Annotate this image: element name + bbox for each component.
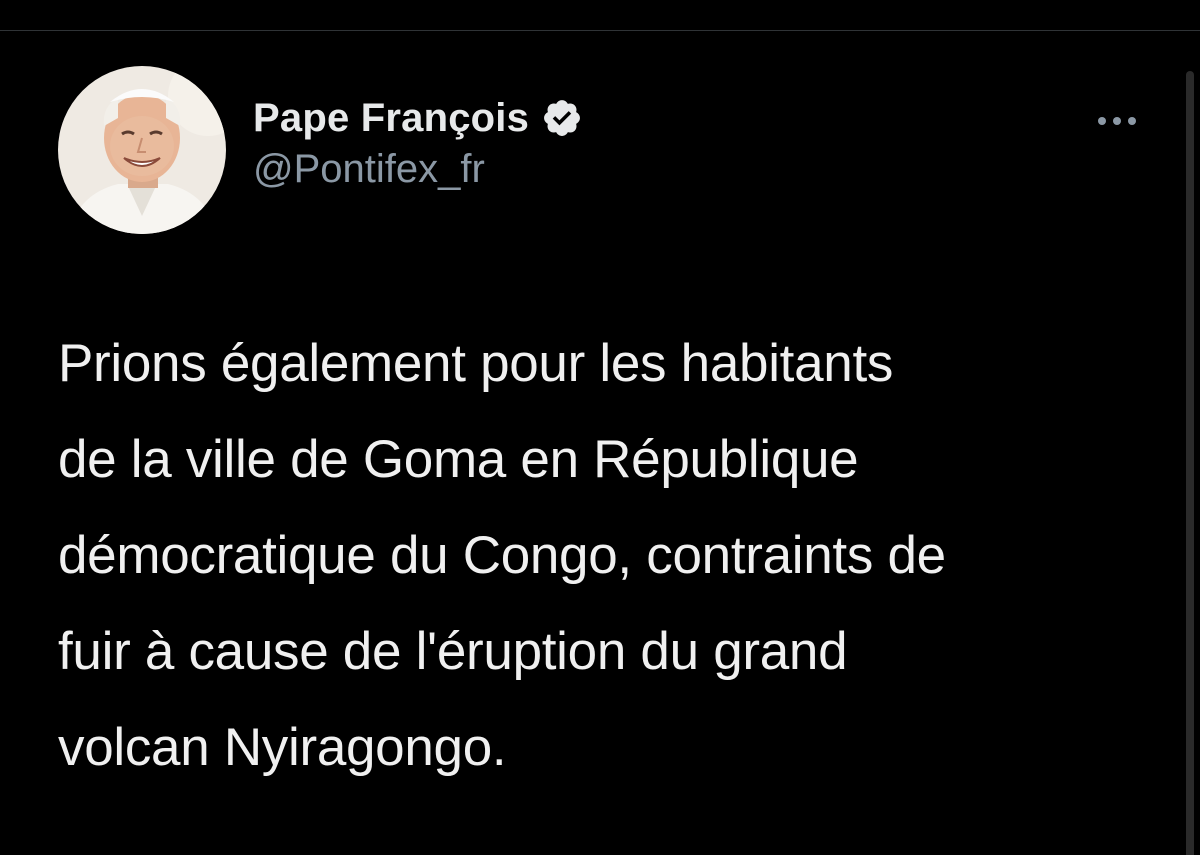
tweet: Pape François @Pontifex_fr Prions égalem… — [0, 31, 1178, 855]
avatar-image — [58, 66, 226, 234]
user-block: Pape François @Pontifex_fr — [253, 93, 583, 192]
name-row: Pape François — [253, 93, 583, 143]
verified-badge-icon — [541, 97, 583, 139]
handle[interactable]: @Pontifex_fr — [253, 147, 583, 192]
more-options-icon — [1098, 117, 1136, 125]
avatar[interactable] — [58, 66, 226, 234]
scrollbar[interactable] — [1178, 31, 1200, 855]
tweet-text: Prions également pour les habitants de l… — [58, 334, 946, 777]
scrollbar-thumb[interactable] — [1186, 71, 1194, 855]
display-name[interactable]: Pape François — [253, 96, 529, 141]
more-options-button[interactable] — [1092, 109, 1142, 133]
